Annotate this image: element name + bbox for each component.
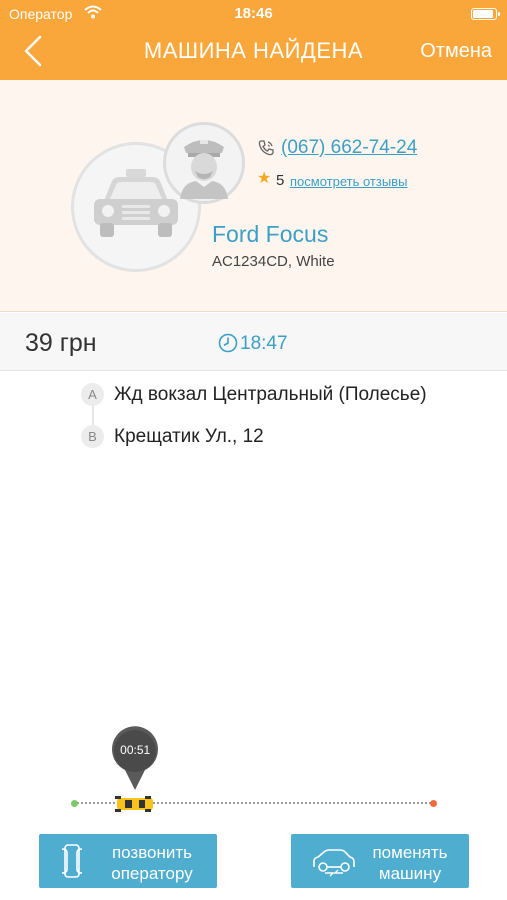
- driver-phone-link[interactable]: (067) 662-74-24: [281, 137, 417, 159]
- route-list: A Жд вокзал Центральный (Полесье) B Крещ…: [0, 372, 507, 462]
- battery-level: [473, 10, 493, 18]
- route-marker-a: A: [81, 383, 104, 406]
- call-operator-button[interactable]: позвонить оператору: [39, 834, 217, 888]
- change-car-icon: [313, 849, 355, 877]
- change-car-button[interactable]: поменять машину: [291, 834, 469, 888]
- top-bar: Оператор 18:46 МАШИНА НАЙДЕНА Отмена: [0, 0, 507, 80]
- phone-icon: [258, 140, 274, 156]
- car-details: AC1234CD, White: [212, 253, 335, 270]
- driver-icon: [180, 140, 228, 199]
- view-reviews-link[interactable]: посмотреть отзывы: [290, 174, 407, 189]
- wait-timer: 00:51: [120, 743, 151, 757]
- destination-address: Крещатик Ул., 12: [114, 426, 264, 447]
- taxi-car-icon: [115, 796, 154, 812]
- trip-price: 39 грн: [25, 329, 97, 357]
- status-time: 18:46: [234, 5, 273, 22]
- car-model: Ford Focus: [212, 221, 329, 247]
- timer-pin-icon: [112, 726, 159, 790]
- driver-rating: 5: [276, 172, 285, 189]
- trip-info-bar: 39 грн 18:47: [0, 313, 507, 371]
- arrival-time: 18:47: [240, 333, 288, 354]
- battery-icon: [471, 8, 500, 20]
- route-marker-b: B: [81, 425, 104, 448]
- track-start-dot: [71, 800, 78, 807]
- change-car-label: поменять машину: [372, 843, 448, 883]
- driver-avatar: [163, 122, 245, 204]
- star-icon: ★: [257, 170, 272, 187]
- driver-card: (067) 662-74-24 ★ 5 посмотреть отзывы Fo…: [0, 80, 507, 312]
- pickup-address: Жд вокзал Центральный (Полесье): [114, 384, 427, 405]
- track-end-dot: [430, 800, 437, 807]
- cancel-button[interactable]: Отмена: [420, 40, 492, 63]
- phone-handset-icon: [61, 844, 83, 878]
- clock-icon: [218, 333, 238, 353]
- status-bar: Оператор 18:46: [0, 0, 507, 28]
- call-operator-label: позвонить оператору: [111, 843, 193, 883]
